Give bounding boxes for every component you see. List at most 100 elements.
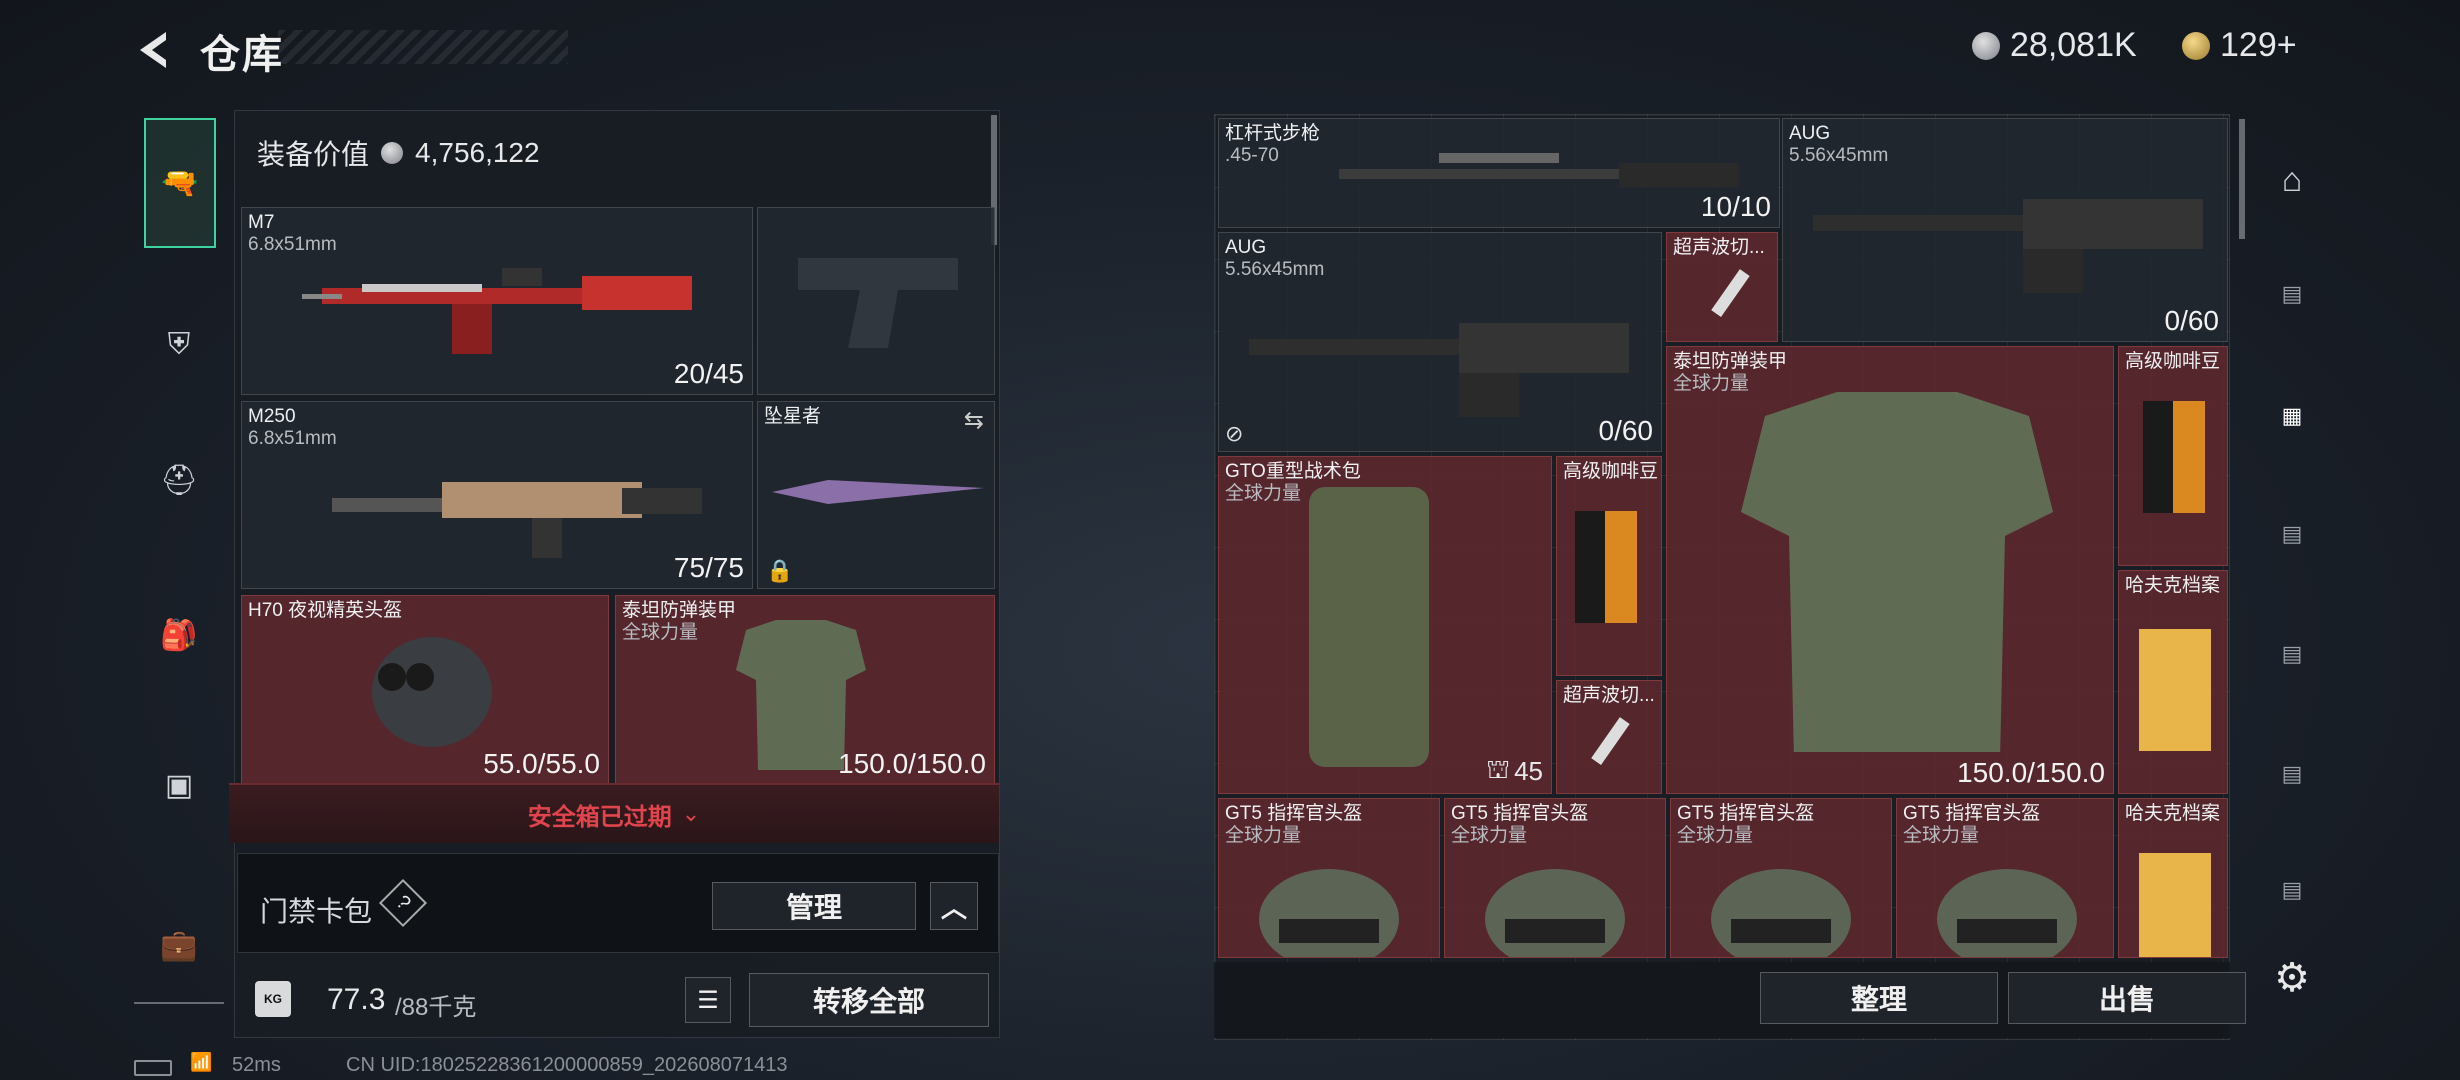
- item-title: M7: [248, 212, 275, 233]
- tab-vest[interactable]: ⛨: [144, 310, 214, 380]
- sort-button[interactable]: 整理: [1760, 972, 1998, 1024]
- item-name: 杠杆式步枪 .45-70: [1225, 123, 1320, 167]
- category-rail: 🔫 ⛨ ⛑ 🎒 ▣ 💼: [134, 110, 224, 1010]
- item-name: GT5 指挥官头盔 全球力量: [1451, 803, 1588, 847]
- body-armor-icon: [1741, 392, 2053, 752]
- item-title: H70 夜视精英头盔: [248, 600, 403, 621]
- item-name: GT5 指挥官头盔 全球力量: [1225, 803, 1362, 847]
- secondary-weapon-slot[interactable]: M250 6.8x51mm 75/75: [241, 401, 753, 589]
- ammo-count: 75/75: [673, 552, 744, 583]
- stash-item[interactable]: GT5 指挥官头盔 全球力量: [1896, 798, 2114, 958]
- melee-slot[interactable]: 坠星者 ⇆ 🔒: [757, 401, 995, 589]
- stash-item[interactable]: AUG 5.56x45mm ⊘ 0/60: [1218, 232, 1662, 452]
- item-title: GT5 指挥官头盔: [1451, 803, 1589, 824]
- storage-tab-3-icon[interactable]: ▤: [2262, 504, 2322, 564]
- sell-button[interactable]: 出售: [2008, 972, 2246, 1024]
- pistol-slot[interactable]: [757, 207, 995, 395]
- durability: 150.0/150.0: [838, 748, 986, 779]
- back-arrow-icon[interactable]: [132, 28, 176, 72]
- stash-item[interactable]: GT5 指挥官头盔 全球力量: [1670, 798, 1892, 958]
- weight-row: KG 77.3 /88千克 ☰ 转移全部: [237, 967, 999, 1033]
- secure-box-banner[interactable]: 安全箱已过期 ⌄: [229, 783, 999, 843]
- machine-gun-icon: [332, 482, 702, 558]
- stash-item[interactable]: GT5 指挥官头盔 全球力量: [1218, 798, 1440, 958]
- tab-helmet[interactable]: ⛑: [144, 445, 214, 515]
- storage-tab-5-icon[interactable]: ▤: [2262, 744, 2322, 804]
- lever-rifle-icon: [1339, 153, 1739, 187]
- stash-item[interactable]: 泰坦防弹装甲 全球力量 150.0/150.0: [1666, 346, 2114, 794]
- capacity-badge: ⛫ 45: [1486, 754, 1543, 789]
- tab-container[interactable]: ▣: [144, 750, 214, 820]
- item-title: 杠杆式步枪: [1225, 123, 1321, 144]
- capacity-count: 45: [1514, 756, 1543, 786]
- storage-tab-4-icon[interactable]: ▤: [2262, 624, 2322, 684]
- backpack-icon: 🎒: [160, 618, 198, 652]
- item-title: 泰坦防弹装甲: [622, 600, 737, 621]
- item-faction: 全球力量: [1225, 825, 1302, 846]
- helmet-slot[interactable]: H70 夜视精英头盔 55.0/55.0: [241, 595, 609, 785]
- silver-coin-icon: [381, 142, 404, 164]
- storage-tab-2-icon[interactable]: ▦: [2262, 386, 2322, 446]
- secure-box-status: 安全箱已过期: [527, 803, 672, 831]
- transfer-all-button[interactable]: 转移全部: [749, 973, 989, 1027]
- ammo-count: 20/45: [673, 358, 744, 389]
- tab-weapons[interactable]: 🔫: [144, 118, 216, 248]
- item-faction: 全球力量: [1225, 483, 1302, 504]
- primary-weapon-slot[interactable]: M7 6.8x51mm 20/45: [241, 207, 753, 395]
- stash-item[interactable]: 哈夫克档案: [2118, 798, 2228, 958]
- stash-item[interactable]: 哈夫克档案: [2118, 570, 2228, 794]
- item-name: AUG 5.56x45mm: [1225, 237, 1324, 281]
- gold-amount: 129+: [2220, 26, 2297, 64]
- loadout-value: 4,756,122: [415, 137, 540, 168]
- help-icon[interactable]: ?: [378, 878, 428, 928]
- loadout-panel: 装备价值 4,756,122 M7 6.8x51mm 20/45 M250 6.8x…: [229, 110, 1000, 1038]
- briefcase-icon: 💼: [160, 928, 198, 962]
- durability: 150.0/150.0: [1957, 757, 2105, 788]
- tab-case[interactable]: 💼: [144, 910, 214, 980]
- stash-item[interactable]: GT5 指挥官头盔 全球力量: [1444, 798, 1666, 958]
- storage-tab-6-icon[interactable]: ▤: [2262, 860, 2322, 920]
- stash-item[interactable]: 杠杆式步枪 .45-70 10/10: [1218, 118, 1780, 228]
- silver-amount: 28,081K: [2010, 26, 2137, 64]
- ammo-count: 10/10: [1700, 191, 1771, 222]
- vault-icon[interactable]: ⌂: [2262, 150, 2322, 210]
- silver-currency: 28,081K: [1972, 26, 2137, 65]
- swap-icon[interactable]: ⇆: [964, 406, 984, 435]
- commander-helmet-icon: [1711, 869, 1851, 957]
- list-icon[interactable]: ☰: [685, 977, 731, 1023]
- settings-gear-icon[interactable]: ⚙: [2262, 948, 2322, 1008]
- commander-helmet-icon: [1485, 869, 1625, 957]
- commander-helmet-icon: [1259, 869, 1399, 957]
- stash-item[interactable]: 超声波切...: [1666, 232, 1778, 342]
- backpack-capacity-icon: ⛫: [1486, 754, 1511, 784]
- aug-rifle-icon: [1813, 199, 2203, 293]
- gold-currency[interactable]: 129+: [2182, 26, 2297, 65]
- item-name: GT5 指挥官头盔 全球力量: [1903, 803, 2040, 847]
- backpack-icon: [1309, 487, 1429, 767]
- uid-text: CN UID:18025228361200000859_202608071413: [346, 1054, 788, 1076]
- stash-item[interactable]: GTO重型战术包 全球力量 ⛫ 45: [1218, 456, 1552, 794]
- tab-backpack[interactable]: 🎒: [144, 600, 214, 670]
- weight-value: 77.3: [327, 983, 386, 1016]
- item-caliber: 5.56x45mm: [1225, 259, 1325, 280]
- armor-slot[interactable]: 泰坦防弹装甲 全球力量 150.0/150.0: [615, 595, 995, 785]
- document-folder-icon: [2139, 629, 2211, 751]
- loadout-value-row: 装备价值 4,756,122: [257, 133, 540, 173]
- access-card-row: 门禁卡包 ? 管理 ︿: [237, 853, 999, 953]
- pistol-silhouette-icon: [798, 258, 958, 348]
- item-title: GT5 指挥官头盔: [1903, 803, 2041, 824]
- item-title: 高级咖啡豆: [2125, 351, 2221, 372]
- lock-icon: 🔒: [766, 558, 794, 583]
- manage-button[interactable]: 管理: [712, 882, 916, 930]
- pistol-icon: 🔫: [161, 166, 199, 200]
- chevron-up-icon[interactable]: ︿: [930, 882, 978, 930]
- stash-item[interactable]: 超声波切...: [1556, 680, 1662, 794]
- item-title: 坠星者: [764, 406, 822, 427]
- stash-item[interactable]: 高级咖啡豆: [1556, 456, 1662, 676]
- title-decoration: [278, 30, 568, 64]
- storage-tab-1-icon[interactable]: ▤: [2262, 264, 2322, 324]
- no-transfer-icon: ⊘: [1225, 421, 1244, 446]
- stash-item[interactable]: AUG 5.56x45mm 0/60: [1782, 118, 2228, 342]
- stash-item[interactable]: 高级咖啡豆: [2118, 346, 2228, 566]
- item-faction: 全球力量: [1451, 825, 1528, 846]
